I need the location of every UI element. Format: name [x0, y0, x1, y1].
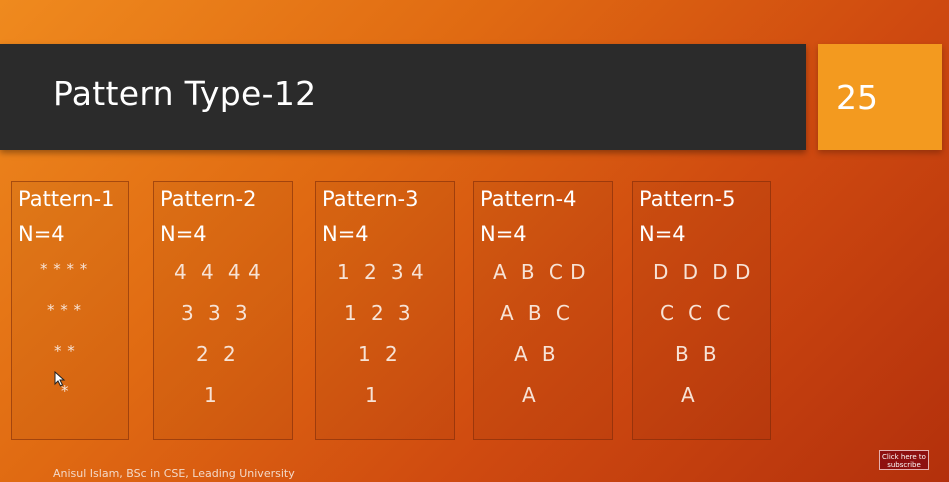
pattern-row: B B	[675, 342, 718, 366]
pattern-row: * * * *	[40, 260, 88, 278]
pattern-row: 1	[365, 383, 379, 407]
pattern-heading: Pattern-5	[639, 187, 736, 211]
footer-credit: Anisul Islam, BSc in CSE, Leading Univer…	[53, 467, 295, 480]
pattern-row: 1	[204, 383, 218, 407]
subscribe-button[interactable]: Click here to subscribe	[879, 450, 929, 470]
pattern-row: 2 2	[196, 342, 237, 366]
pattern-heading: Pattern-3	[322, 187, 419, 211]
pattern-row: 1 2	[358, 342, 399, 366]
slide-title: Pattern Type-12	[53, 74, 317, 113]
pattern-row: A B	[514, 342, 557, 366]
pattern-row: D D D D	[653, 260, 751, 284]
pattern-card-5: Pattern-5 N=4 D D D D C C C B B A	[632, 181, 771, 440]
pattern-row: C C C	[660, 301, 731, 325]
pattern-row: 4 4 4 4	[174, 260, 262, 284]
pattern-row: * * *	[47, 301, 82, 319]
slide-number-box: 25	[818, 44, 942, 150]
pattern-card-4: Pattern-4 N=4 A B C D A B C A B A	[473, 181, 613, 440]
pattern-n: N=4	[480, 222, 527, 246]
pattern-row: 3 3 3	[181, 301, 249, 325]
pattern-row: A	[681, 383, 696, 407]
pattern-heading: Pattern-1	[18, 187, 115, 211]
pattern-heading: Pattern-4	[480, 187, 577, 211]
pattern-heading: Pattern-2	[160, 187, 257, 211]
pattern-card-3: Pattern-3 N=4 1 2 3 4 1 2 3 1 2 1	[315, 181, 455, 440]
pattern-card-2: Pattern-2 N=4 4 4 4 4 3 3 3 2 2 1	[153, 181, 293, 440]
pattern-row: 1 2 3	[344, 301, 412, 325]
pattern-row: 1 2 3 4	[337, 260, 425, 284]
pattern-n: N=4	[18, 222, 65, 246]
pattern-card-1: Pattern-1 N=4 * * * * * * * * * *	[11, 181, 129, 440]
pattern-n: N=4	[322, 222, 369, 246]
title-bar: Pattern Type-12	[0, 44, 806, 150]
pattern-row: A	[522, 383, 537, 407]
pattern-n: N=4	[160, 222, 207, 246]
pattern-n: N=4	[639, 222, 686, 246]
pattern-row: A B C D	[493, 260, 587, 284]
mouse-pointer-icon	[54, 370, 66, 391]
slide-number: 25	[836, 78, 878, 117]
pattern-row: * *	[54, 342, 76, 360]
pattern-row: A B C	[500, 301, 571, 325]
